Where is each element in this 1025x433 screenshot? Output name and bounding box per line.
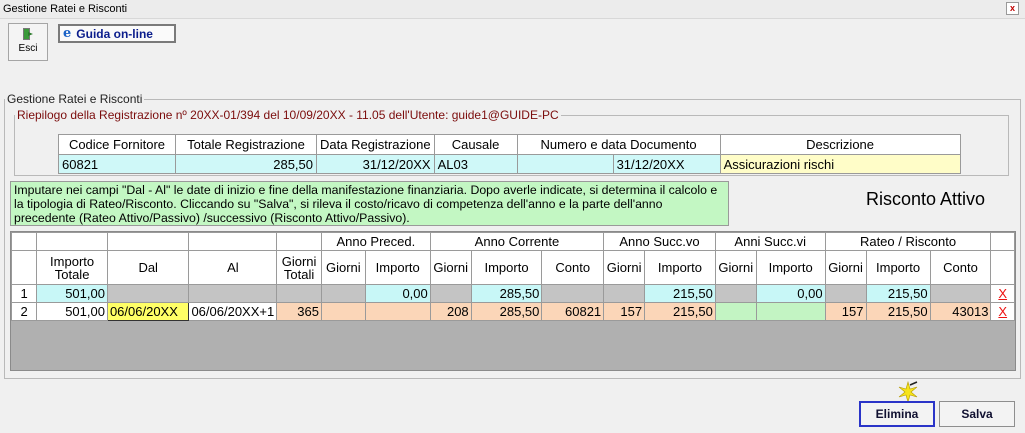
dal-cell[interactable]: 06/06/20XX: [106, 302, 190, 321]
prec-giorni-cell: [320, 302, 366, 321]
giorni-totali-cell: 365: [276, 302, 322, 321]
rr-giorni-cell: [824, 284, 867, 303]
header-numero-data-documento: Numero e data Documento: [516, 134, 721, 155]
succ-giorni-cell: [603, 284, 646, 303]
prec-importo-cell[interactable]: 0,00: [364, 284, 431, 303]
corr-importo-cell[interactable]: 285,50: [470, 284, 543, 303]
prec-giorni-cell: [320, 284, 366, 303]
header-codice-fornitore: Codice Fornitore: [58, 134, 176, 155]
group-anno-preced: Anno Preced.: [320, 232, 431, 251]
header-corr-giorni: Giorni: [429, 250, 472, 285]
corr-conto-cell: 60821: [541, 302, 605, 321]
header-rr-giorni: Giorni: [824, 250, 867, 285]
header-succ-giorni: Giorni: [603, 250, 646, 285]
group-anno-succ: Anno Succ.vo: [603, 232, 716, 251]
internet-explorer-icon: e: [63, 26, 72, 41]
ratei-table: Anno Preced. Anno Corrente Anno Succ.vo …: [11, 232, 1015, 321]
info-message: Imputare nei campi "Dal - Al" le date di…: [10, 181, 729, 226]
header-dal: Dal: [106, 250, 190, 285]
window-title: Gestione Ratei e Risconti: [3, 3, 128, 15]
row-number: 2: [11, 302, 38, 321]
corr-importo-cell[interactable]: 285,50: [470, 302, 543, 321]
guida-online-button[interactable]: e Guida on-line: [58, 24, 176, 43]
data-documento-value: 31/12/20XX: [612, 154, 721, 174]
anni-giorni-cell: [714, 302, 757, 321]
esci-button[interactable]: Esci: [8, 23, 48, 61]
ratei-grid: Anno Preced. Anno Corrente Anno Succ.vo …: [10, 231, 1016, 371]
al-cell[interactable]: 06/06/20XX+1: [188, 302, 278, 321]
header-al: Al: [188, 250, 278, 285]
anni-importo-cell[interactable]: [755, 302, 826, 321]
exit-door-icon: [23, 28, 33, 40]
group-anno-corrente: Anno Corrente: [429, 232, 605, 251]
al-cell[interactable]: [188, 284, 278, 303]
header-succ-importo: Importo: [644, 250, 716, 285]
header-importo-totale: Importo Totale: [36, 250, 108, 285]
rr-importo-cell[interactable]: 215,50: [865, 284, 931, 303]
importo-totale-cell[interactable]: 501,00: [36, 284, 108, 303]
succ-giorni-cell: 157: [603, 302, 646, 321]
header-prec-giorni: Giorni: [320, 250, 366, 285]
delete-row-button[interactable]: X: [990, 302, 1015, 321]
rr-conto-cell: 43013: [929, 302, 992, 321]
anni-giorni-cell: [714, 284, 757, 303]
table-row: 2 501,00 06/06/20XX 06/06/20XX+1 365 208…: [11, 302, 1015, 321]
header-data-registrazione: Data Registrazione: [316, 134, 435, 155]
causale-value: AL03: [433, 154, 518, 174]
group-header-row: Anno Preced. Anno Corrente Anno Succ.vo …: [11, 232, 1015, 251]
elimina-button[interactable]: Elimina: [859, 401, 935, 427]
riepilogo-legend: Riepilogo della Registrazione nº 20XX-01…: [17, 108, 559, 122]
data-registrazione-value: 31/12/20XX: [316, 154, 435, 174]
anni-importo-cell[interactable]: 0,00: [755, 284, 826, 303]
numero-documento-value: [516, 154, 614, 174]
succ-importo-cell[interactable]: 215,50: [644, 284, 716, 303]
header-descrizione: Descrizione: [719, 134, 961, 155]
rr-conto-cell: [929, 284, 992, 303]
guida-label: Guida on-line: [76, 26, 153, 41]
codice-fornitore-value: 60821: [58, 154, 176, 174]
delete-row-button[interactable]: X: [990, 284, 1015, 303]
corr-giorni-cell: 208: [429, 302, 472, 321]
close-button[interactable]: x: [1006, 2, 1019, 15]
summary-value-row: 60821 285,50 31/12/20XX AL03 31/12/20XX …: [58, 154, 961, 174]
succ-importo-cell[interactable]: 215,50: [644, 302, 716, 321]
corr-giorni-cell: [429, 284, 472, 303]
column-header-row: Importo Totale Dal Al Giorni Totali Gior…: [11, 250, 1015, 285]
header-totale-registrazione: Totale Registrazione: [175, 134, 317, 155]
table-row: 1 501,00 0,00 285,50 215,50 0,00 215,50 …: [11, 284, 1015, 303]
header-anni-giorni: Giorni: [714, 250, 757, 285]
rr-giorni-cell: 157: [824, 302, 867, 321]
header-corr-conto: Conto: [541, 250, 605, 285]
corr-conto-cell: [541, 284, 605, 303]
header-rr-importo: Importo: [865, 250, 931, 285]
salva-button[interactable]: Salva: [939, 401, 1015, 427]
gestione-legend: Gestione Ratei e Risconti: [7, 92, 143, 106]
header-corr-importo: Importo: [470, 250, 543, 285]
header-prec-importo: Importo: [364, 250, 431, 285]
sparkle-icon: [898, 381, 918, 403]
title-bar: Gestione Ratei e Risconti x: [0, 0, 1025, 19]
header-giorni-totali: Giorni Totali: [276, 250, 322, 285]
descrizione-value: Assicurazioni rischi: [719, 154, 961, 174]
rr-importo-cell[interactable]: 215,50: [865, 302, 931, 321]
prec-importo-cell[interactable]: [364, 302, 431, 321]
esci-label: Esci: [18, 43, 38, 54]
summary-header-row: Codice Fornitore Totale Registrazione Da…: [58, 134, 961, 155]
importo-totale-cell[interactable]: 501,00: [36, 302, 108, 321]
group-anni-succ: Anni Succ.vi: [714, 232, 826, 251]
header-anni-importo: Importo: [755, 250, 826, 285]
tipologia-label: Risconto Attivo: [866, 189, 986, 209]
dal-cell[interactable]: [106, 284, 190, 303]
totale-registrazione-value: 285,50: [175, 154, 317, 174]
summary-table: Codice Fornitore Totale Registrazione Da…: [58, 134, 961, 174]
group-rateo-risconto: Rateo / Risconto: [824, 232, 992, 251]
header-causale: Causale: [433, 134, 518, 155]
giorni-totali-cell: [276, 284, 322, 303]
header-rr-conto: Conto: [929, 250, 992, 285]
row-number: 1: [11, 284, 38, 303]
